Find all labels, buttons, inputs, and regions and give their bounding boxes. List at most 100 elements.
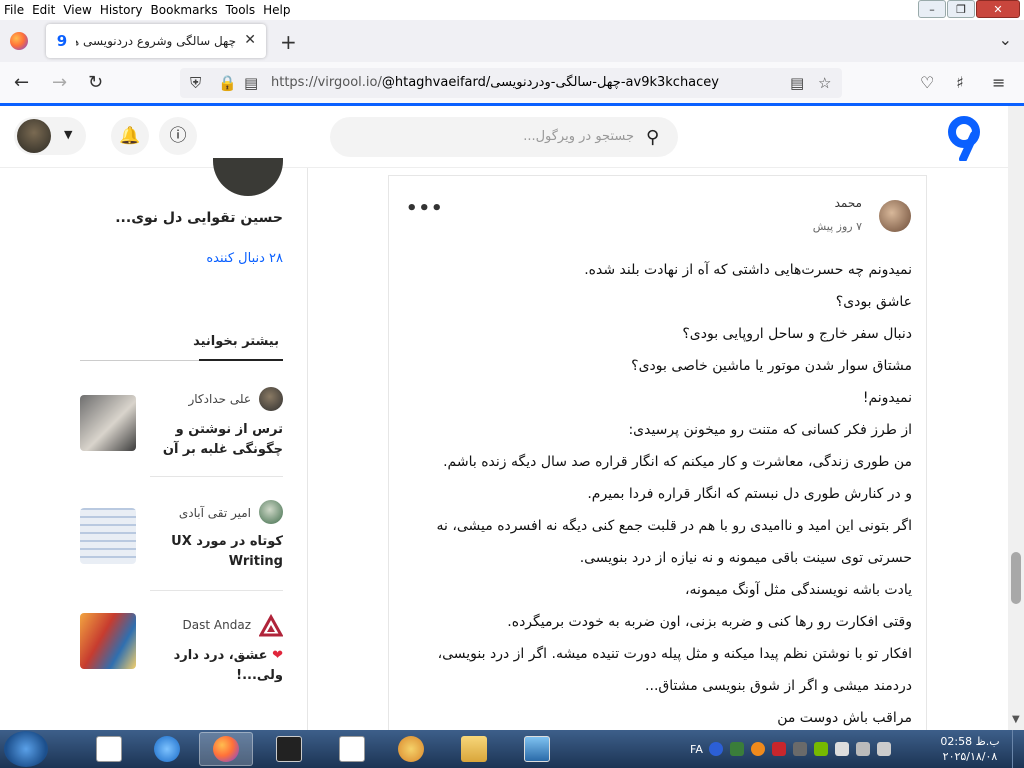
dast-andaz-logo-icon[interactable]	[259, 614, 283, 638]
comment-author[interactable]: محمد	[835, 196, 862, 210]
followers-count[interactable]: ۲۸ دنبال کننده	[206, 251, 283, 266]
comment-line: دنبال سفر خارج و ساحل اروپایی بودی؟	[682, 326, 912, 342]
shield-icon[interactable]: ⛨	[190, 74, 201, 92]
profile-menu-button[interactable]: ▼	[14, 117, 86, 155]
comment-author-avatar[interactable]	[879, 200, 911, 232]
show-desktop-button[interactable]	[1012, 730, 1024, 768]
author-name[interactable]: حسین تقوایی دل نوی...	[115, 210, 283, 226]
taskbar-firefox[interactable]	[199, 732, 253, 766]
list-tabs-chevron-icon[interactable]: ⌄	[999, 30, 1012, 49]
clock-date: ۲۰۲۵/۱۸/۰۸	[942, 750, 998, 763]
site-header: ⚲ جستجو در ویرگول... ⓘ 🔔 ▼	[0, 106, 1008, 168]
recommendation-author-avatar[interactable]	[259, 500, 283, 524]
recommendation-author[interactable]: Dast Andaz	[183, 618, 251, 632]
lock-icon[interactable]: 🔒	[218, 74, 237, 92]
recommendation-title-text: عشق، درد دارد ولی...!	[173, 648, 283, 683]
navigation-bar: ← → ↻ ⛨ 🔒 ▤ https://virgool.io/@htaghvae…	[0, 62, 1024, 104]
url-bar[interactable]: ⛨ 🔒 ▤ https://virgool.io/@htaghvaeifard/…	[180, 68, 842, 98]
heart-icon: ❤	[272, 648, 283, 663]
clock[interactable]: 02:58 ب.ظ ۲۰۲۵/۱۸/۰۸	[935, 734, 1005, 764]
taskbar-mpcbe[interactable]	[262, 732, 316, 766]
recommendation-thumbnail[interactable]	[80, 508, 136, 564]
recommendation-author[interactable]: علی حدادکار	[188, 392, 251, 406]
reader-view-icon[interactable]: ▤	[790, 74, 804, 92]
menu-file[interactable]: File	[0, 3, 28, 17]
virgool-logo-icon[interactable]	[945, 115, 983, 161]
recommendation-author[interactable]: امیر تقی آبادی	[179, 506, 251, 520]
menu-view[interactable]: View	[59, 3, 95, 17]
menu-history[interactable]: History	[96, 3, 147, 17]
taskbar-ie[interactable]	[140, 732, 194, 766]
search-icon[interactable]: ⚲	[646, 127, 659, 148]
author-avatar[interactable]	[213, 158, 283, 196]
help-icon[interactable]	[708, 742, 723, 756]
hamburger-menu-icon[interactable]: ≡	[992, 73, 1005, 92]
taskbar-explorer[interactable]	[447, 732, 501, 766]
recommendation-item[interactable]: علی حدادکار ترس از نوشتن و چگونگی غلبه ب…	[80, 386, 283, 466]
close-window-button[interactable]: ✕	[976, 0, 1020, 18]
more-options-icon[interactable]: •••	[406, 198, 444, 219]
taskbar-photo-viewer[interactable]	[510, 732, 564, 766]
user-avatar	[17, 119, 51, 153]
app-tray-icon[interactable]	[771, 742, 786, 756]
comment-time: ۷ روز پیش	[812, 220, 862, 233]
search-placeholder[interactable]: جستجو در ویرگول...	[523, 129, 634, 144]
firefox-icon[interactable]	[10, 32, 28, 50]
pocket-icon[interactable]: ♡	[920, 73, 934, 92]
folder-icon	[461, 736, 487, 762]
scrollbar-thumb[interactable]	[1011, 552, 1021, 604]
menu-bar: File Edit View History Bookmarks Tools H…	[0, 0, 1024, 20]
recommendation-title[interactable]: ❤ عشق، درد دارد ولی...!	[123, 646, 283, 686]
permissions-icon[interactable]: ▤	[244, 74, 258, 92]
close-tab-icon[interactable]: ✕	[244, 32, 256, 48]
virgool-favicon-icon: 9	[56, 32, 68, 50]
network-icon[interactable]	[855, 742, 870, 756]
comment-card: محمد ۷ روز پیش ••• نمیدونم چه حسرت‌هایی …	[388, 175, 927, 735]
tab-title: چهل سالگی وشروع دردنویسی های	[76, 34, 236, 48]
recommendation-item[interactable]: امیر تقی آبادی کوتاه در مورد UX Writing	[80, 498, 283, 569]
tab-strip: 9 چهل سالگی وشروع دردنویسی های ✕ + ⌄	[0, 20, 1024, 62]
volume-icon[interactable]	[876, 742, 891, 756]
url-host: https://virgool.io/	[271, 75, 382, 90]
new-tab-icon[interactable]: +	[280, 30, 297, 54]
back-arrow-icon[interactable]: ←	[14, 72, 29, 93]
extensions-icon[interactable]: ♯	[956, 73, 964, 92]
url-text[interactable]: https://virgool.io/@htaghvaeifard/چهل-سا…	[271, 75, 719, 90]
recommendation-item[interactable]: Dast Andaz ❤ عشق، درد دارد ولی...!	[80, 612, 283, 683]
language-indicator[interactable]: FA	[690, 743, 703, 756]
recommendation-thumbnail[interactable]	[80, 395, 136, 451]
comment-line: عاشق بودی؟	[835, 294, 912, 310]
scroll-down-arrow-icon[interactable]: ▼	[1012, 714, 1020, 725]
app-tray-icon[interactable]	[792, 742, 807, 756]
nvidia-icon[interactable]	[813, 742, 828, 756]
taskbar-document[interactable]	[325, 732, 379, 766]
menu-tools[interactable]: Tools	[222, 3, 260, 17]
reload-icon[interactable]: ↻	[88, 72, 103, 93]
tab-active[interactable]: 9 چهل سالگی وشروع دردنویسی های ✕	[46, 24, 266, 58]
taskbar-notepad[interactable]	[82, 732, 136, 766]
menu-edit[interactable]: Edit	[28, 3, 59, 17]
taskbar-paint[interactable]	[384, 732, 438, 766]
document-icon	[96, 736, 122, 762]
menu-help[interactable]: Help	[259, 3, 294, 17]
recommendation-author-avatar[interactable]	[259, 387, 283, 411]
comment-line: یادت باشه نویسندگی مثل آونگ میمونه،	[684, 582, 912, 598]
url-path: @htaghvaeifard/چهل-سالگی-ودردنویسی-av9k3…	[381, 75, 719, 90]
comment-line: نمیدونم!	[862, 390, 912, 406]
start-button[interactable]	[4, 731, 48, 767]
menu-bookmarks[interactable]: Bookmarks	[147, 3, 222, 17]
info-icon[interactable]: ⓘ	[159, 117, 197, 155]
app-tray-icon[interactable]	[729, 742, 744, 756]
search-box[interactable]: ⚲ جستجو در ویرگول...	[330, 117, 678, 157]
bookmark-star-icon[interactable]: ☆	[818, 74, 831, 92]
restore-button[interactable]: ❐	[947, 0, 975, 18]
page-scrollbar[interactable]: ▼	[1008, 106, 1024, 730]
minimize-button[interactable]: –	[918, 0, 946, 18]
comment-line: نمیدونم چه حسرت‌هایی داشتی که آه از نهاد…	[584, 262, 912, 278]
recommendation-title[interactable]: ترس از نوشتن و چگونگی غلبه بر آن	[143, 420, 283, 460]
app-tray-icon[interactable]	[750, 742, 765, 756]
forward-arrow-icon[interactable]: →	[52, 72, 67, 93]
flag-icon[interactable]	[834, 742, 849, 756]
notification-bell-icon[interactable]: 🔔	[111, 117, 149, 155]
recommendation-title[interactable]: کوتاه در مورد UX Writing	[143, 532, 283, 572]
